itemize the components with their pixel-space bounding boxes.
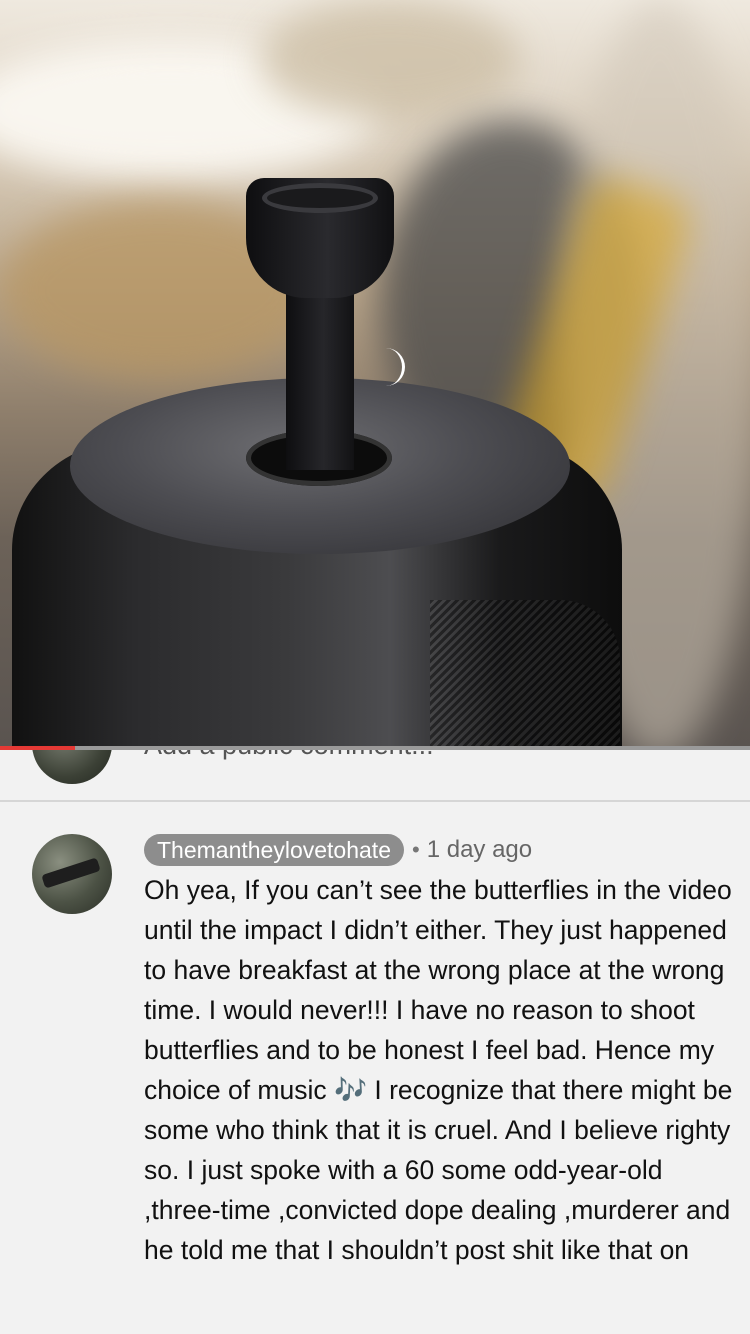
tool-stem: [286, 270, 354, 470]
comment-text: Oh yea, If you can’t see the butterflies…: [144, 875, 733, 1265]
comment-timestamp: 1 day ago: [426, 836, 533, 863]
comment-author[interactable]: Themantheylovetohate: [144, 834, 404, 866]
suppressor-knurling: [430, 600, 620, 748]
separator: •: [412, 837, 420, 862]
comment-meta: Themantheylovetohate • 1 day ago: [144, 834, 532, 866]
avatar[interactable]: [32, 834, 112, 914]
avatar: [32, 750, 112, 784]
video-player[interactable]: [0, 0, 750, 748]
divider: [0, 800, 750, 802]
background-blur: [260, 0, 520, 120]
add-comment-input[interactable]: Add a public comment...: [144, 750, 434, 761]
tool-cap-opening: [262, 183, 378, 213]
add-comment-row[interactable]: Add a public comment...: [0, 750, 750, 800]
